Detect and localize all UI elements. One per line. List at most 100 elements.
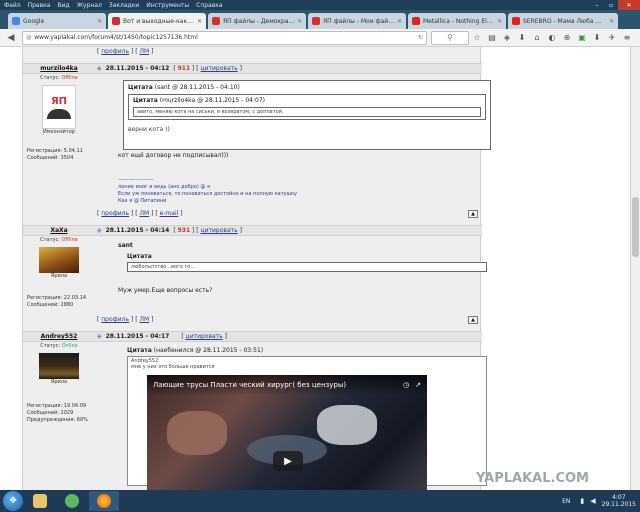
yp-logo-icon: ЯП xyxy=(50,95,68,107)
close-window-icon[interactable]: ✕ xyxy=(618,0,640,10)
profile-link[interactable]: профиль xyxy=(101,316,129,323)
reading-list-icon[interactable]: ▤ xyxy=(485,31,499,45)
reload-icon[interactable]: ↻ xyxy=(418,34,423,41)
avatar: ЯП xyxy=(42,85,76,129)
arrow-down-icon[interactable]: ⬇ xyxy=(590,31,604,45)
minimize-icon[interactable]: – xyxy=(590,0,604,10)
tab-label: Metallica - Nothing Else ... xyxy=(423,17,495,25)
search-box[interactable]: ⚲ xyxy=(431,30,469,45)
signature: -------------------- лоние иног и ведь (… xyxy=(118,177,298,204)
taskbar-torrent[interactable] xyxy=(57,491,87,511)
post-body: ◈ 28.11.2015 - 04:12 [ 911 ] [ цитироват… xyxy=(97,65,479,72)
close-tab-icon[interactable]: ✕ xyxy=(497,18,502,25)
page-scrollbar[interactable] xyxy=(630,47,640,490)
username[interactable]: XaXa xyxy=(23,227,95,234)
video-title[interactable]: Лающие трусы Пласти ческий хирург( без ц… xyxy=(153,381,397,389)
network-icon[interactable]: ▮ xyxy=(580,497,584,505)
taskbar-explorer[interactable] xyxy=(25,491,55,511)
post-link-icon[interactable]: ◈ xyxy=(97,227,102,234)
clock[interactable]: 4:07 29.11.2015 xyxy=(602,494,636,508)
post-number[interactable]: 931 xyxy=(178,227,191,234)
tab-active-forum[interactable]: Вот и выходные-какие ... ✕ xyxy=(108,13,206,29)
post-links: [ профиль ] [ ЛМ ] xyxy=(97,316,154,323)
tab-metallica[interactable]: Metallica - Nothing Else ... ✕ xyxy=(408,13,506,29)
quote-link[interactable]: цитировать xyxy=(201,65,238,72)
clock-icon[interactable]: ◷ xyxy=(403,381,409,389)
post-number[interactable]: 911 xyxy=(178,65,191,72)
close-tab-icon[interactable]: ✕ xyxy=(197,18,202,25)
username[interactable]: Andrey552 xyxy=(23,333,95,340)
nested-quote: Цитата (murzilo4ka @ 28.11.2015 - 04:07)… xyxy=(128,94,486,120)
forum-thread: [ профиль ] [ ЛМ ] murzilo4ka Статус: Of… xyxy=(22,47,491,490)
post-date: 28.11.2015 - 04:14 xyxy=(105,227,170,234)
download-icon[interactable]: ⬇ xyxy=(515,31,529,45)
pm-link[interactable]: ЛМ xyxy=(139,48,149,55)
vpn-icon[interactable]: ⊕ xyxy=(560,31,574,45)
post-links: [ профиль ] [ ЛМ ] [ e-mail ] xyxy=(97,210,183,217)
post-header: ◈ 28.11.2015 - 04:17 [ цитировать ] xyxy=(97,333,227,340)
tab-yap-files-2[interactable]: ЯП файлы - Мои файлы ✕ xyxy=(308,13,406,29)
user-rank: Ярила xyxy=(50,379,68,385)
home-icon[interactable]: ⌂ xyxy=(530,31,544,45)
shield-icon[interactable]: ◈ xyxy=(500,31,514,45)
share-icon[interactable]: ✈ xyxy=(605,31,619,45)
username[interactable]: murzilo4ka xyxy=(23,65,95,72)
quote-link[interactable]: цитировать xyxy=(201,227,238,234)
post-link-icon[interactable]: ◈ xyxy=(97,65,102,72)
search-icon: ⚲ xyxy=(447,33,453,42)
language-indicator[interactable]: EN xyxy=(562,498,570,505)
system-tray: EN ▮ ◀ 4:07 29.11.2015 xyxy=(562,490,636,512)
menu-help[interactable]: Справка xyxy=(196,2,222,9)
post-footer-bar: [ профиль ] [ ЛМ ] ▲ xyxy=(23,315,482,326)
email-link[interactable]: e-mail xyxy=(160,210,179,217)
profile-link[interactable]: профиль xyxy=(101,210,129,217)
back-arrow-icon[interactable]: ◀ xyxy=(4,31,18,45)
tab-label: Google xyxy=(23,17,45,25)
profile-link[interactable]: профиль xyxy=(101,48,129,55)
message-count: Сообщений: 3504 xyxy=(27,155,74,161)
quote-link[interactable]: цитировать xyxy=(186,333,223,340)
puzzle-icon[interactable]: ▣ xyxy=(575,31,589,45)
post-link-icon[interactable]: ◈ xyxy=(97,333,102,340)
maximize-icon[interactable]: ▫ xyxy=(604,0,618,10)
tab-google[interactable]: Google ✕ xyxy=(8,13,106,29)
user-info: Регистрация: 22.03.14 Сообщений: 2880 xyxy=(27,295,86,309)
play-button[interactable]: ▶ xyxy=(273,451,303,471)
tab-bar: Google ✕ Вот и выходные-какие ... ✕ ЯП ф… xyxy=(0,10,640,29)
menu-history[interactable]: Журнал xyxy=(77,2,102,9)
scroll-top-icon[interactable]: ▲ xyxy=(468,210,478,218)
taskbar-firefox[interactable] xyxy=(89,491,119,511)
url-input[interactable] xyxy=(34,34,418,41)
tab-label: Вот и выходные-какие ... xyxy=(123,17,195,25)
menu-edit[interactable]: Правка xyxy=(28,2,51,9)
menu-file[interactable]: Файл xyxy=(4,2,21,9)
scroll-top-icon[interactable]: ▲ xyxy=(468,316,478,324)
window-controls: – ▫ ✕ xyxy=(590,0,640,10)
close-tab-icon[interactable]: ✕ xyxy=(397,18,402,25)
menu-tools[interactable]: Инструменты xyxy=(146,2,189,9)
close-tab-icon[interactable]: ✕ xyxy=(97,18,102,25)
volume-icon[interactable]: ◀ xyxy=(590,497,595,505)
scrollbar-thumb[interactable] xyxy=(632,197,639,257)
tab-label: ЯП файлы - Демократ1 xyxy=(223,17,295,25)
address-bar[interactable]: ◍ ↻ xyxy=(22,30,427,45)
globe-icon: ◍ xyxy=(26,34,32,41)
start-button[interactable]: ❖ xyxy=(3,491,23,511)
menu-icon[interactable]: ≡ xyxy=(620,31,634,45)
pm-link[interactable]: ЛМ xyxy=(139,210,149,217)
video-player[interactable]: Лающие трусы Пласти ческий хирург( без ц… xyxy=(147,375,427,490)
chat-icon[interactable]: ◐ xyxy=(545,31,559,45)
star-icon[interactable]: ☆ xyxy=(470,31,484,45)
pm-link[interactable]: ЛМ xyxy=(139,316,149,323)
menu-view[interactable]: Вид xyxy=(57,2,69,9)
tab-yap-files-1[interactable]: ЯП файлы - Демократ1 ✕ xyxy=(208,13,306,29)
thumbnail-shape xyxy=(317,405,377,445)
close-tab-icon[interactable]: ✕ xyxy=(609,18,614,25)
watermark-logo: YAPLAKAL.COM xyxy=(476,471,589,486)
tab-serebro[interactable]: SEREBRO - Мама Люба ... ✕ xyxy=(508,13,618,29)
close-tab-icon[interactable]: ✕ xyxy=(297,18,302,25)
video-title-bar: Лающие трусы Пласти ческий хирург( без ц… xyxy=(147,375,427,395)
tab-label: ЯП файлы - Мои файлы xyxy=(323,17,395,25)
share-icon[interactable]: ↗ xyxy=(415,381,421,389)
menu-bookmarks[interactable]: Закладки xyxy=(109,2,139,9)
